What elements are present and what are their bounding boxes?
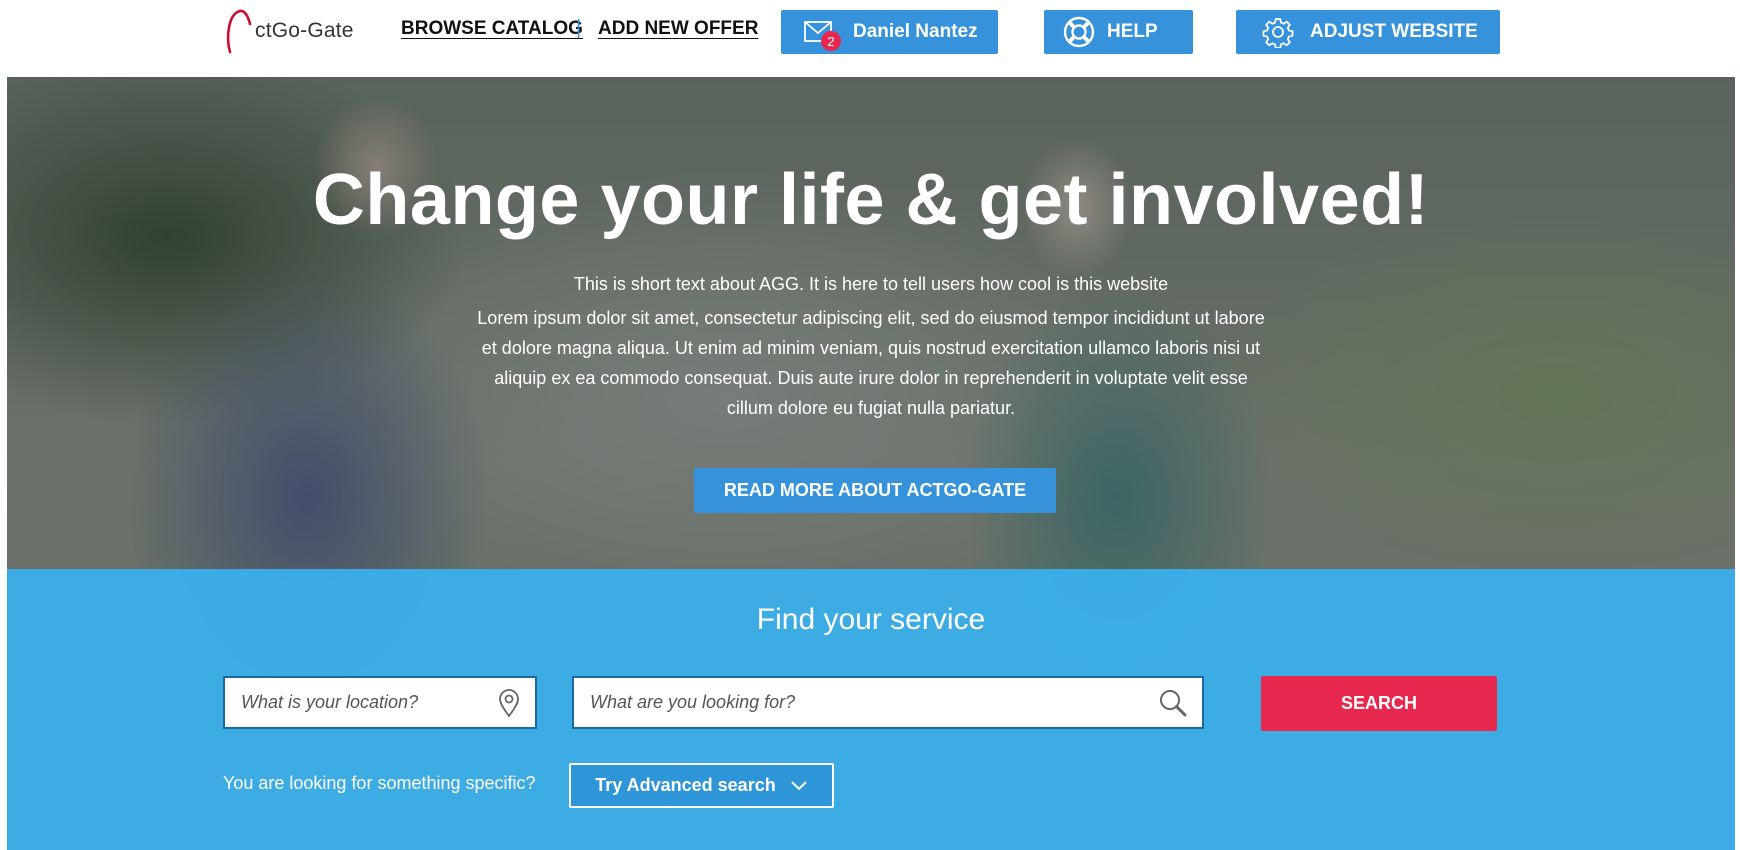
search-panel: Find your service SEARCH You are looking…	[7, 569, 1735, 850]
nav-separator: |	[576, 17, 582, 39]
search-icon[interactable]	[1158, 688, 1188, 718]
hero-lead-text: This is short text about AGG. It is here…	[573, 274, 1169, 294]
add-new-offer-link[interactable]: ADD NEW OFFER	[598, 18, 758, 40]
user-account-button[interactable]: 2 Daniel Nantez	[781, 10, 998, 54]
browse-catalog-link[interactable]: BROWSE CATALOG	[401, 18, 583, 40]
adjust-website-button[interactable]: ADJUST WEBSITE	[1236, 10, 1500, 54]
location-input[interactable]	[225, 678, 535, 727]
adjust-website-label: ADJUST WEBSITE	[1310, 21, 1478, 42]
hero-paragraph: Lorem ipsum dolor sit amet, consectetur …	[477, 308, 1265, 418]
search-button[interactable]: SEARCH	[1261, 676, 1497, 731]
read-more-button[interactable]: READ MORE ABOUT ACTGO-GATE	[694, 468, 1056, 513]
user-name-label: Daniel Nantez	[853, 21, 978, 42]
help-button[interactable]: HELP	[1044, 10, 1193, 54]
top-header: ctGo-Gate BROWSE CATALOG | ADD NEW OFFER…	[0, 0, 1740, 77]
logo-arc-icon	[226, 9, 252, 54]
help-label: HELP	[1107, 21, 1158, 42]
query-field[interactable]	[572, 676, 1204, 729]
chevron-down-icon	[790, 780, 808, 792]
query-input[interactable]	[574, 678, 1202, 727]
specific-search-prompt: You are looking for something specific?	[223, 773, 536, 793]
mail-icon: 2	[803, 17, 841, 51]
lifebuoy-icon	[1063, 16, 1095, 48]
location-field[interactable]	[223, 676, 537, 729]
advanced-search-button[interactable]: Try Advanced search	[569, 763, 834, 808]
location-pin-icon[interactable]	[497, 688, 521, 718]
gear-icon	[1262, 16, 1294, 48]
actgo-gate-logo[interactable]: ctGo-Gate	[224, 8, 354, 54]
find-service-title: Find your service	[756, 603, 986, 636]
unread-count-badge: 2	[821, 31, 841, 51]
advanced-search-label: Try Advanced search	[595, 775, 776, 795]
hero-section: Change your life & get involved! This is…	[7, 77, 1735, 850]
logo-text: ctGo-Gate	[255, 19, 354, 42]
hero-title: Change your life & get involved!	[312, 160, 1430, 240]
